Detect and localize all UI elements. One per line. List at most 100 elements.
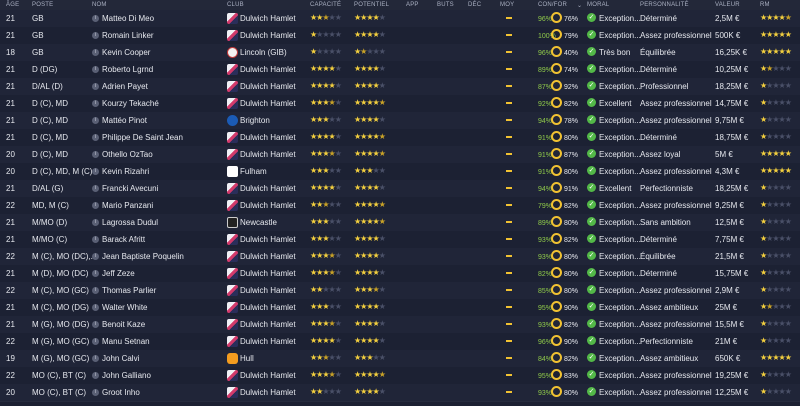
col-pot-header[interactable]: POTENTIEL [354,2,389,8]
info-icon[interactable]: i [92,66,99,73]
player-name[interactable]: Mario Panzani [102,201,153,210]
info-icon[interactable]: i [92,355,99,362]
player-club[interactable]: Brighton [240,116,270,125]
table-row[interactable]: 22 MO (C), BT (C) i John Galliano Dulwich Ha… [0,367,800,385]
table-row[interactable]: 22 MD, M (C) i Mario Panzani Dulwich Hamlet ★… [0,197,800,215]
player-club[interactable]: Fulham [240,167,267,176]
player-name[interactable]: Groot Inho [102,388,140,397]
info-icon[interactable]: i [92,168,99,175]
info-icon[interactable]: i [92,219,99,226]
player-club[interactable]: Dulwich Hamlet [240,303,296,312]
player-name[interactable]: Matteo Di Meo [102,14,154,23]
table-row[interactable]: 20 MO (C), BT (C) i Groot Inho Dulwich Hamle… [0,384,800,402]
player-name[interactable]: Othello OzTao [102,150,153,159]
player-name[interactable]: Manu Setnan [102,337,150,346]
table-row[interactable]: 20 D (C), MD, M (C) i Kevin Rizahri Fulham ★★… [0,163,800,181]
player-name[interactable]: Romain Linker [102,31,154,40]
info-icon[interactable]: i [92,304,99,311]
player-club[interactable]: Dulwich Hamlet [240,133,296,142]
player-club[interactable]: Dulwich Hamlet [240,184,296,193]
player-name[interactable]: Roberto Lgrnd [102,65,153,74]
table-row[interactable]: 21 M (D), MO (DC) i Jeff Zeze Dulwich Hamlet… [0,265,800,283]
table-row[interactable]: 21 M/MO (C) i Barack Afritt Dulwich Hamlet ★★… [0,231,800,249]
player-club[interactable]: Dulwich Hamlet [240,388,296,397]
col-cap-header[interactable]: CAPACITÉ [310,2,341,8]
player-name[interactable]: Kourzy Tekaché [102,99,159,108]
player-name[interactable]: Jean Baptiste Poquelin [102,252,184,261]
table-row[interactable]: 21 M/MO (D) i Lagrossa Dudul Newcastle ★★★★★ ★… [0,214,800,232]
table-row[interactable]: 19 M (G), MO (GC) i John Calvi Hull ★★★★★ ★★★★… [0,350,800,368]
col-moy-header[interactable]: MOY [500,2,514,8]
col-pos-header[interactable]: POSTE [32,2,53,8]
player-club[interactable]: Dulwich Hamlet [240,65,296,74]
player-name[interactable]: John Calvi [102,354,139,363]
player-club[interactable]: Dulwich Hamlet [240,99,296,108]
player-club[interactable]: Dulwich Hamlet [240,14,296,23]
table-row[interactable]: 21 D (C), MD i Philippe De Saint Jean Dulwic… [0,129,800,147]
info-icon[interactable]: i [92,134,99,141]
player-club[interactable]: Hull [240,354,254,363]
info-icon[interactable]: i [92,389,99,396]
table-row[interactable]: 21 D/AL (D) i Adrien Payet Dulwich Hamlet ★★★… [0,78,800,96]
player-club[interactable]: Lincoln (GIB) [240,48,287,57]
table-row[interactable]: 18 GB i Kevin Cooper Lincoln (GIB) ★★★★★ ★★★★★… [0,44,800,62]
col-pers-header[interactable]: PERSONNALITÉ [640,2,689,8]
info-icon[interactable]: i [92,253,99,260]
col-rm-header[interactable]: RM [760,2,770,8]
info-icon[interactable]: i [92,32,99,39]
col-dec-header[interactable]: DÉC [468,2,481,8]
col-app-header[interactable]: APP [406,2,419,8]
info-icon[interactable]: i [92,151,99,158]
info-icon[interactable]: i [92,117,99,124]
player-name[interactable]: Barack Afritt [102,235,145,244]
player-name[interactable]: Jeff Zeze [102,269,135,278]
info-icon[interactable]: i [92,49,99,56]
col-confor-header[interactable]: CON/FOR [538,2,567,8]
table-row[interactable]: 21 M (G), MO (DG) i Benoit Kaze Dulwich Haml… [0,316,800,334]
info-icon[interactable]: i [92,236,99,243]
player-club[interactable]: Dulwich Hamlet [240,286,296,295]
col-val-header[interactable]: VALEUR [715,2,740,8]
info-icon[interactable]: i [92,185,99,192]
player-club[interactable]: Dulwich Hamlet [240,337,296,346]
info-icon[interactable]: i [92,100,99,107]
player-club[interactable]: Dulwich Hamlet [240,269,296,278]
player-name[interactable]: Mattéo Pinot [102,116,147,125]
player-club[interactable]: Dulwich Hamlet [240,31,296,40]
info-icon[interactable]: i [92,372,99,379]
col-club-header[interactable]: CLUB [227,2,244,8]
table-row[interactable]: 21 GB i Romain Linker Dulwich Hamlet ★★★★★ ★★★… [0,27,800,45]
table-row[interactable]: 22 M (C), MO (GC) i Thomas Parlier Dulwich H… [0,282,800,300]
player-name[interactable]: Walter White [102,303,148,312]
table-row[interactable]: 21 GB i Matteo Di Meo Dulwich Hamlet ★★★★★ ★★★… [0,10,800,28]
player-club[interactable]: Dulwich Hamlet [240,252,296,261]
table-row[interactable]: 22 M (C), MO (DC),... i Jean Baptiste Poque… [0,248,800,266]
info-icon[interactable]: i [92,83,99,90]
player-name[interactable]: Lagrossa Dudul [102,218,158,227]
info-icon[interactable]: i [92,321,99,328]
table-row[interactable]: 21 M (C), MO (DG) i Walter White Dulwich Ham… [0,299,800,317]
info-icon[interactable]: i [92,15,99,22]
table-row[interactable]: 21 D (DG) i Roberto Lgrnd Dulwich Hamlet ★★★★… [0,61,800,79]
player-name[interactable]: Kevin Cooper [102,48,150,57]
info-icon[interactable]: i [92,270,99,277]
table-row[interactable]: 22 M (G), MO (GC) i Manu Setnan Dulwich Haml… [0,333,800,351]
player-club[interactable]: Dulwich Hamlet [240,320,296,329]
player-club[interactable]: Newcastle [240,218,277,227]
col-buts-header[interactable]: BUTS [437,2,454,8]
col-age-header[interactable]: ÂGE [6,2,19,8]
player-club[interactable]: Dulwich Hamlet [240,371,296,380]
info-icon[interactable]: i [92,202,99,209]
table-row[interactable]: 21 D (C), MD i Kourzy Tekaché Dulwich Hamlet… [0,95,800,113]
player-name[interactable]: Adrien Payet [102,82,148,91]
info-icon[interactable]: i [92,287,99,294]
player-club[interactable]: Dulwich Hamlet [240,150,296,159]
player-name[interactable]: Thomas Parlier [102,286,156,295]
player-club[interactable]: Dulwich Hamlet [240,201,296,210]
player-name[interactable]: Philippe De Saint Jean [102,133,183,142]
col-moral-header[interactable]: MORAL [587,2,609,8]
player-name[interactable]: Francki Avecuni [102,184,158,193]
table-row[interactable]: 20 D (C), MD i Othello OzTao Dulwich Hamlet ★… [0,146,800,164]
player-club[interactable]: Dulwich Hamlet [240,82,296,91]
player-club[interactable]: Dulwich Hamlet [240,235,296,244]
